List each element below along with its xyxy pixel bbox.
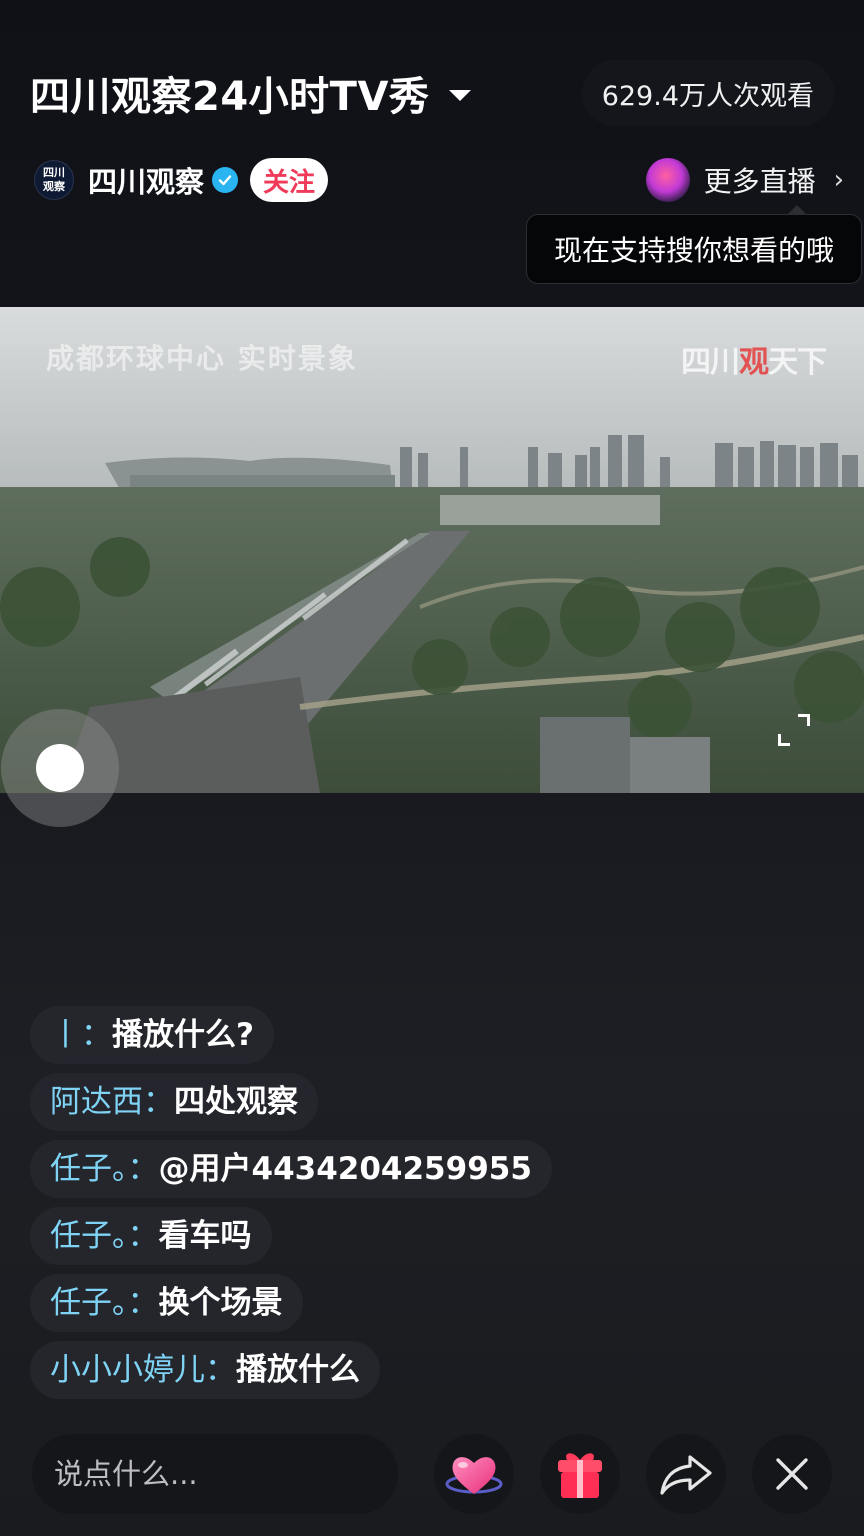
chat-text: @用户4434204259955	[158, 1151, 532, 1187]
chat-text: 播放什么	[236, 1352, 360, 1388]
follow-button[interactable]: 关注	[250, 158, 329, 202]
bottom-action-bar	[0, 1430, 864, 1520]
more-live-button[interactable]: 更多直播 ›	[645, 152, 844, 208]
fullscreen-icon[interactable]	[778, 714, 810, 746]
close-button[interactable]	[752, 1434, 832, 1514]
chat-text: 四处观察	[174, 1084, 298, 1120]
chat-message: 任子。：看车吗	[30, 1207, 272, 1265]
heart-like-icon	[445, 1457, 503, 1494]
chat-username[interactable]: 任子。：	[50, 1285, 159, 1321]
chat-message: 任子。：@用户4434204259955	[30, 1140, 552, 1198]
avatar-text-top: 四川	[43, 166, 65, 179]
verified-check-icon	[212, 167, 239, 193]
share-button[interactable]	[646, 1434, 726, 1514]
chat-text: 看车吗	[158, 1218, 252, 1254]
gift-icon	[558, 1453, 602, 1498]
caret-down-icon	[449, 89, 472, 101]
gift-button[interactable]	[540, 1434, 620, 1514]
host-avatar[interactable]: 四川 观察	[34, 160, 74, 200]
chat-username[interactable]: 阿达西：	[50, 1084, 174, 1120]
floating-assistive-handle[interactable]	[1, 709, 119, 827]
chat-message: 小小小婷儿：播放什么	[30, 1341, 380, 1399]
close-icon	[776, 1458, 808, 1490]
chat-list: 丨：播放什么? 阿达西：四处观察 任子。：@用户4434204259955 任子…	[30, 1006, 552, 1408]
channel-watermark: 四川观天下	[681, 337, 827, 381]
header: 四川观察24小时TV秀 629.4万人次观看	[30, 60, 834, 130]
chat-message: 阿达西：四处观察	[30, 1073, 318, 1131]
chat-username[interactable]: 丨：	[50, 1017, 112, 1053]
stream-title: 四川观察24小时TV秀	[30, 74, 430, 120]
chat-message: 丨：播放什么?	[30, 1006, 274, 1064]
viewer-count-badge[interactable]: 629.4万人次观看	[581, 60, 834, 126]
chat-username[interactable]: 任子。：	[50, 1218, 159, 1254]
live-video-player[interactable]: 成都环球中心 实时景象 四川观天下	[0, 307, 864, 793]
comment-input[interactable]	[32, 1434, 398, 1514]
chat-message: 任子。：换个场景	[30, 1274, 303, 1332]
like-button[interactable]	[434, 1434, 514, 1514]
watermark-prefix: 四川	[681, 345, 740, 380]
tooltip-text: 现在支持搜你想看的哦	[553, 234, 834, 267]
share-arrow-icon	[660, 1455, 712, 1495]
watermark-highlight: 观	[739, 345, 769, 380]
video-caption: 成都环球中心 实时景象	[46, 342, 358, 375]
chat-text: 播放什么?	[112, 1017, 254, 1053]
chat-username[interactable]: 小小小婷儿：	[50, 1352, 236, 1388]
viewer-count: 629.4万人次观看	[601, 80, 814, 112]
handle-dot	[36, 744, 84, 792]
stream-title-dropdown[interactable]: 四川观察24小时TV秀	[30, 64, 472, 122]
chat-text: 换个场景	[158, 1285, 283, 1321]
watermark-suffix: 天下	[768, 345, 827, 380]
chevron-right-icon: ›	[833, 165, 844, 195]
search-hint-tooltip: 现在支持搜你想看的哦	[526, 205, 862, 284]
follow-label: 关注	[263, 167, 316, 198]
host-name[interactable]: 四川观察	[88, 159, 204, 201]
avatar-text-bottom: 观察	[43, 180, 65, 193]
chat-username[interactable]: 任子。：	[50, 1151, 159, 1187]
live-planet-icon	[645, 158, 690, 202]
more-live-label: 更多直播	[703, 165, 816, 198]
host-info: 四川 观察 四川观察 关注	[34, 156, 329, 204]
